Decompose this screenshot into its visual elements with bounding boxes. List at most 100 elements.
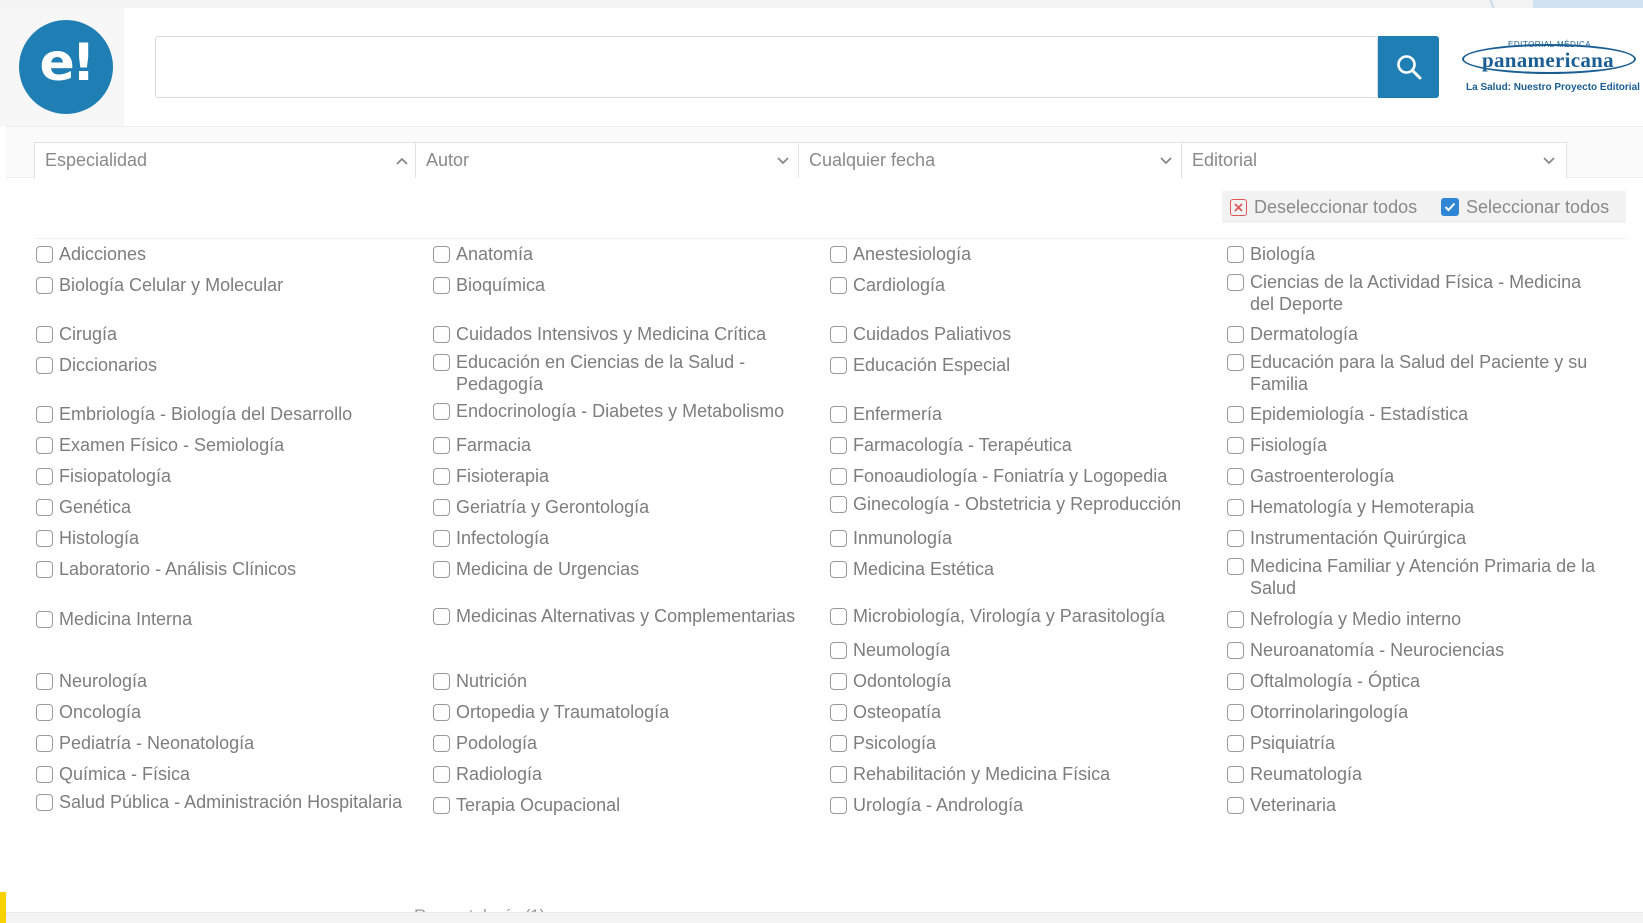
specialty-checkbox[interactable]	[1227, 246, 1244, 263]
specialty-checkbox[interactable]	[830, 673, 847, 690]
specialty-checkbox[interactable]	[433, 354, 450, 371]
specialty-option[interactable]: Oncología	[36, 701, 411, 723]
specialty-option[interactable]: Medicina Interna	[36, 608, 411, 630]
specialty-checkbox[interactable]	[1227, 735, 1244, 752]
specialty-checkbox[interactable]	[36, 673, 53, 690]
specialty-option[interactable]: Educación para la Salud del Paciente y s…	[1227, 351, 1602, 395]
specialty-option[interactable]: Anatomía	[433, 243, 808, 265]
specialty-checkbox[interactable]	[36, 794, 53, 811]
specialty-option[interactable]: Psiquiatría	[1227, 732, 1602, 754]
specialty-option[interactable]: Neuroanatomía - Neurociencias	[1227, 639, 1602, 661]
specialty-option[interactable]: Fonoaudiología - Foniatría y Logopedia	[830, 465, 1205, 487]
specialty-checkbox[interactable]	[830, 357, 847, 374]
specialty-checkbox[interactable]	[433, 766, 450, 783]
specialty-option[interactable]: Cirugía	[36, 323, 411, 345]
specialty-checkbox[interactable]	[433, 246, 450, 263]
specialty-checkbox[interactable]	[1227, 642, 1244, 659]
specialty-checkbox[interactable]	[1227, 326, 1244, 343]
filter-dropdown[interactable]: Especialidad	[34, 142, 420, 178]
specialty-checkbox[interactable]	[1227, 766, 1244, 783]
specialty-option[interactable]: Dermatología	[1227, 323, 1602, 345]
specialty-checkbox[interactable]	[1227, 704, 1244, 721]
specialty-checkbox[interactable]	[1227, 611, 1244, 628]
specialty-checkbox[interactable]	[36, 406, 53, 423]
specialty-checkbox[interactable]	[830, 406, 847, 423]
specialty-option[interactable]: Bioquímica	[433, 274, 808, 296]
specialty-option[interactable]: Fisiopatología	[36, 465, 411, 487]
specialty-option[interactable]: Endocrinología - Diabetes y Metabolismo	[433, 400, 808, 422]
specialty-checkbox[interactable]	[830, 561, 847, 578]
specialty-option[interactable]: Pediatría - Neonatología	[36, 732, 411, 754]
deselect-all-button[interactable]: Deseleccionar todos	[1230, 191, 1417, 223]
app-logo[interactable]: e!	[19, 20, 113, 114]
specialty-option[interactable]: Neurología	[36, 670, 411, 692]
specialty-option[interactable]: Epidemiología - Estadística	[1227, 403, 1602, 425]
specialty-checkbox[interactable]	[1227, 499, 1244, 516]
specialty-option[interactable]: Adicciones	[36, 243, 411, 265]
specialty-option[interactable]: Geriatría y Gerontología	[433, 496, 808, 518]
specialty-option[interactable]: Fisiología	[1227, 434, 1602, 456]
specialty-option[interactable]: Farmacología - Terapéutica	[830, 434, 1205, 456]
specialty-checkbox[interactable]	[830, 704, 847, 721]
specialty-option[interactable]: Química - Física	[36, 763, 411, 785]
specialty-checkbox[interactable]	[1227, 530, 1244, 547]
specialty-checkbox[interactable]	[830, 797, 847, 814]
specialty-option[interactable]: Diccionarios	[36, 354, 411, 376]
specialty-checkbox[interactable]	[1227, 406, 1244, 423]
specialty-checkbox[interactable]	[36, 704, 53, 721]
specialty-option[interactable]: Odontología	[830, 670, 1205, 692]
specialty-option[interactable]: Reumatología	[1227, 763, 1602, 785]
specialty-checkbox[interactable]	[433, 326, 450, 343]
specialty-checkbox[interactable]	[830, 530, 847, 547]
specialty-option[interactable]: Cuidados Intensivos y Medicina Crítica	[433, 323, 808, 345]
specialty-option[interactable]: Otorrinolaringología	[1227, 701, 1602, 723]
specialty-option[interactable]: Gastroenterología	[1227, 465, 1602, 487]
specialty-checkbox[interactable]	[433, 277, 450, 294]
specialty-checkbox[interactable]	[830, 437, 847, 454]
specialty-checkbox[interactable]	[433, 561, 450, 578]
specialty-checkbox[interactable]	[1227, 437, 1244, 454]
filter-dropdown[interactable]: Cualquier fecha	[798, 142, 1184, 178]
specialty-checkbox[interactable]	[830, 608, 847, 625]
specialty-checkbox[interactable]	[433, 437, 450, 454]
specialty-checkbox[interactable]	[36, 561, 53, 578]
specialty-checkbox[interactable]	[830, 642, 847, 659]
specialty-option[interactable]: Radiología	[433, 763, 808, 785]
specialty-option[interactable]: Genética	[36, 496, 411, 518]
specialty-option[interactable]: Osteopatía	[830, 701, 1205, 723]
specialty-option[interactable]: Embriología - Biología del Desarrollo	[36, 403, 411, 425]
specialty-option[interactable]: Educación en Ciencias de la Salud - Peda…	[433, 351, 808, 395]
specialty-checkbox[interactable]	[1227, 673, 1244, 690]
specialty-option[interactable]: Rehabilitación y Medicina Física	[830, 763, 1205, 785]
specialty-checkbox[interactable]	[830, 326, 847, 343]
filter-dropdown[interactable]: Editorial	[1181, 142, 1567, 178]
specialty-option[interactable]: Terapia Ocupacional	[433, 794, 808, 816]
specialty-checkbox[interactable]	[433, 735, 450, 752]
specialty-checkbox[interactable]	[36, 735, 53, 752]
specialty-option[interactable]: Instrumentación Quirúrgica	[1227, 527, 1602, 549]
specialty-checkbox[interactable]	[433, 608, 450, 625]
specialty-option[interactable]: Urología - Andrología	[830, 794, 1205, 816]
specialty-checkbox[interactable]	[36, 326, 53, 343]
specialty-checkbox[interactable]	[36, 277, 53, 294]
specialty-option[interactable]: Salud Pública - Administración Hospitala…	[36, 791, 411, 813]
specialty-checkbox[interactable]	[36, 499, 53, 516]
specialty-checkbox[interactable]	[1227, 797, 1244, 814]
specialty-option[interactable]: Veterinaria	[1227, 794, 1602, 816]
specialty-option[interactable]: Examen Físico - Semiología	[36, 434, 411, 456]
brand-logo[interactable]: EDITORIAL MÉDICA panamericana La Salud: …	[1460, 38, 1640, 98]
specialty-checkbox[interactable]	[433, 530, 450, 547]
specialty-option[interactable]: Nefrología y Medio interno	[1227, 608, 1602, 630]
specialty-checkbox[interactable]	[36, 766, 53, 783]
specialty-option[interactable]: Cardiología	[830, 274, 1205, 296]
specialty-option[interactable]: Laboratorio - Análisis Clínicos	[36, 558, 411, 580]
specialty-checkbox[interactable]	[830, 496, 847, 513]
specialty-option[interactable]: Medicina de Urgencias	[433, 558, 808, 580]
specialty-option[interactable]: Psicología	[830, 732, 1205, 754]
specialty-option[interactable]: Podología	[433, 732, 808, 754]
specialty-option[interactable]: Infectología	[433, 527, 808, 549]
specialty-checkbox[interactable]	[36, 530, 53, 547]
specialty-option[interactable]: Medicinas Alternativas y Complementarias	[433, 605, 808, 627]
specialty-checkbox[interactable]	[36, 357, 53, 374]
specialty-option[interactable]: Ginecología - Obstetricia y Reproducción	[830, 493, 1205, 515]
